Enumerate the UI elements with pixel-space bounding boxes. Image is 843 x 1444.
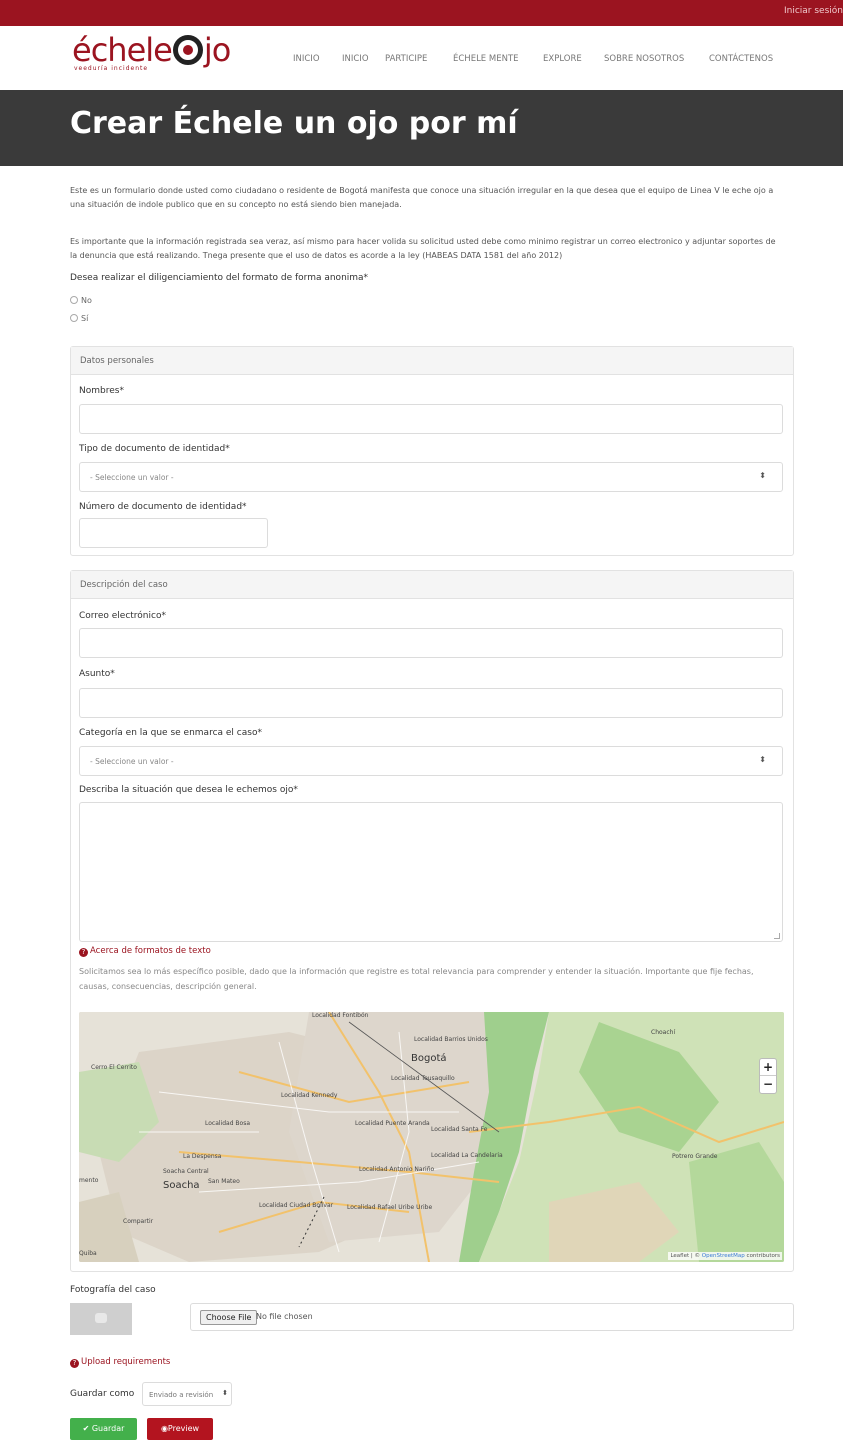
attribution-prefix: Leaflet | © [670, 1253, 702, 1259]
nav-item-echele-mente[interactable]: ÉCHELE MENTE [453, 54, 519, 64]
text-formats-link[interactable]: ? Acerca de formatos de texto [79, 946, 211, 957]
photo-thumbnail [70, 1303, 132, 1335]
login-link[interactable]: Iniciar sesión [784, 6, 843, 16]
save-button[interactable]: ✔ Guardar [70, 1418, 137, 1440]
file-upload-box: Choose File No file chosen [190, 1303, 794, 1331]
attribution-link[interactable]: OpenStreetMap [702, 1253, 745, 1259]
map-label-rafael-uribe: Localidad Rafael Uribe Uribe [347, 1204, 433, 1211]
save-as-label: Guardar como [70, 1389, 135, 1399]
map-label-mento: mento [79, 1177, 99, 1184]
doc-type-value: - Seleccione un valor - [90, 473, 174, 482]
map-label-kennedy: Localidad Kennedy [281, 1092, 338, 1099]
page-title: Crear Échele un ojo por mí [70, 106, 518, 141]
preview-button[interactable]: ◉Preview [147, 1418, 213, 1440]
location-map[interactable]: Localidad Fontibón Localidad Barrios Uni… [79, 1012, 784, 1262]
intro-paragraph-2: Es importante que la información registr… [70, 237, 776, 260]
map-label-choachi: Choachí [651, 1029, 676, 1036]
zoom-in-button[interactable]: + [760, 1059, 776, 1076]
map-label-quiba: Quiba [79, 1250, 97, 1257]
save-as-value: Enviado a revisión [149, 1391, 214, 1399]
text-formats-link-label: Acerca de formatos de texto [90, 946, 211, 956]
map-attribution: Leaflet | © OpenStreetMap contributors [668, 1252, 782, 1260]
logo-subtitle: veeduría incidente [74, 65, 149, 72]
radio-si[interactable]: Sí [70, 314, 88, 323]
case-description-header: Descripción del caso [71, 571, 793, 599]
select-arrows-icon: ⬍ [759, 471, 766, 480]
map-label-cerro: Cerro El Cerrito [91, 1064, 137, 1071]
preview-button-label: Preview [167, 1424, 200, 1433]
map-label-soacha-central: Soacha Central [163, 1168, 209, 1175]
map-label-soacha: Soacha [163, 1180, 200, 1191]
nav-item-contactenos[interactable]: CONTÁCTENOS [709, 54, 773, 64]
map-tiles [79, 1012, 784, 1262]
file-status: No file chosen [256, 1312, 313, 1321]
map-label-bosa: Localidad Bosa [205, 1120, 251, 1127]
resize-grip-icon[interactable] [774, 933, 780, 939]
category-select[interactable]: - Seleccione un valor - ⬍ [79, 746, 783, 776]
map-label-candelaria: Localidad La Candelaria [431, 1152, 503, 1159]
doc-type-select[interactable]: - Seleccione un valor - ⬍ [79, 462, 783, 492]
map-label-bogota: Bogotá [411, 1053, 447, 1064]
description-label: Describa la situación que desea le echem… [79, 785, 298, 795]
names-label: Nombres* [79, 386, 124, 396]
help-icon: ? [70, 1359, 79, 1368]
map-label-potrero-grande: Potrero Grande [672, 1153, 718, 1160]
camera-icon [95, 1313, 107, 1323]
attribution-suffix: contributors [744, 1253, 780, 1259]
personal-data-title: Datos personales [80, 356, 154, 366]
map-label-antonio-narino: Localidad Antonio Nariño [359, 1166, 435, 1173]
personal-data-header: Datos personales [71, 347, 793, 375]
nav-item-inicio-2[interactable]: INICIO [342, 54, 369, 64]
email-input[interactable] [79, 628, 783, 658]
map-label-compartir: Compartir [123, 1218, 154, 1225]
help-icon: ? [79, 948, 88, 957]
eye-icon: ◉ [160, 1424, 168, 1433]
nav-item-inicio[interactable]: INICIO [293, 54, 320, 64]
doc-number-label: Número de documento de identidad* [79, 502, 247, 512]
names-input[interactable] [79, 404, 783, 434]
subject-input[interactable] [79, 688, 783, 718]
select-arrows-icon: ⬍ [222, 1389, 228, 1397]
map-label-teusaquillo: Localidad Teusaquillo [391, 1075, 455, 1082]
map-label-ciudad-bolivar: Localidad Ciudad Bolívar [259, 1202, 334, 1209]
radio-si-circle[interactable] [70, 314, 78, 322]
description-textarea[interactable] [79, 802, 783, 942]
anon-question: Desea realizar el diligenciamiento del f… [70, 273, 369, 283]
map-label-san-mateo: San Mateo [208, 1178, 240, 1185]
page-hero: Crear Échele un ojo por mí [0, 90, 843, 166]
top-bar: Iniciar sesión [0, 0, 843, 26]
doc-type-label: Tipo de documento de identidad* [79, 444, 230, 454]
intro-paragraph-1: Este es un formulario donde usted como c… [70, 186, 774, 209]
subject-label: Asunto* [79, 669, 115, 679]
email-label: Correo electrónico* [79, 611, 166, 621]
map-label-puente-aranda: Localidad Puente Aranda [355, 1120, 430, 1127]
nav-item-sobre-nosotros[interactable]: SOBRE NOSOTROS [604, 54, 684, 64]
category-value: - Seleccione un valor - [90, 757, 174, 766]
nav-item-participe[interactable]: PARTICIPE [385, 54, 427, 64]
doc-number-input[interactable] [79, 518, 268, 548]
radio-no[interactable]: No [70, 296, 92, 305]
map-label-barrios-unidos: Localidad Barrios Unidos [414, 1036, 488, 1043]
radio-no-circle[interactable] [70, 296, 78, 304]
radio-no-label: No [81, 296, 92, 305]
select-arrows-icon: ⬍ [759, 755, 766, 764]
nav-item-explore[interactable]: EXPLORE [543, 54, 582, 64]
main-nav: INICIO INICIO PARTICIPE ÉCHELE MENTE EXP… [0, 54, 843, 66]
save-button-label: Guardar [91, 1424, 125, 1433]
map-zoom-control: + − [759, 1058, 777, 1094]
zoom-out-button[interactable]: − [760, 1076, 776, 1093]
map-label-despensa: La Despensa [183, 1153, 222, 1160]
upload-requirements-link[interactable]: ? Upload requirements [70, 1357, 170, 1368]
description-help-text: Solicitamos sea lo más específico posibl… [79, 967, 754, 991]
photo-label: Fotografía del caso [70, 1285, 156, 1295]
choose-file-button[interactable]: Choose File [200, 1310, 258, 1325]
radio-si-label: Sí [81, 314, 89, 323]
save-as-select[interactable]: Enviado a revisión ⬍ [142, 1382, 232, 1406]
case-description-title: Descripción del caso [80, 580, 168, 590]
check-icon: ✔ [82, 1424, 92, 1433]
map-label-fontibon: Localidad Fontibón [312, 1012, 369, 1019]
map-label-santa-fe: Localidad Santa Fe [431, 1126, 488, 1133]
category-label: Categoría en la que se enmarca el caso* [79, 728, 262, 738]
upload-requirements-label: Upload requirements [81, 1357, 171, 1367]
